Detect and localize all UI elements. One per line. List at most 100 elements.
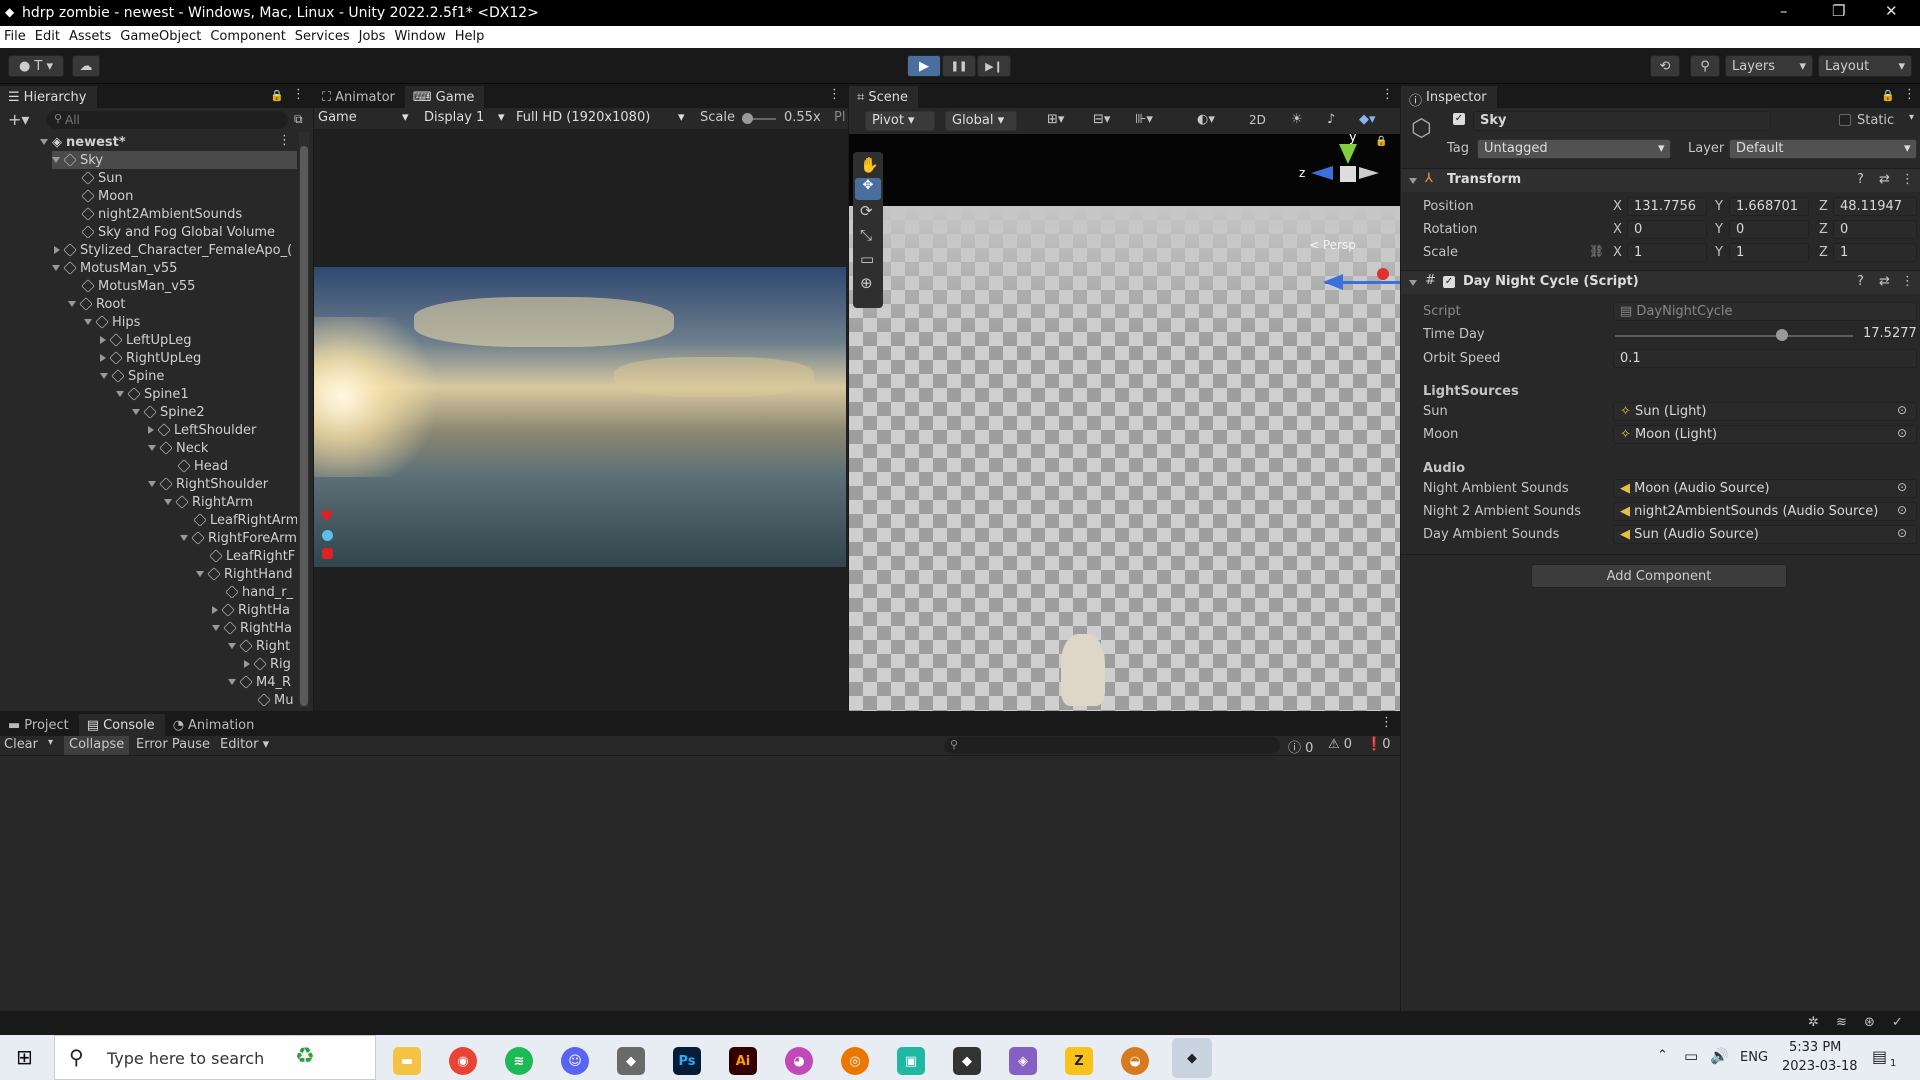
hierarchy-row[interactable]: Right xyxy=(228,637,290,655)
grid-visibility-icon[interactable]: ⊟▾ xyxy=(1093,112,1110,127)
move-handle-x[interactable] xyxy=(1377,268,1389,280)
hierarchy-row[interactable]: night2AmbientSounds xyxy=(81,205,242,223)
orbit-speed-field[interactable]: 0.1 xyxy=(1613,349,1917,368)
hierarchy-row[interactable]: Spine2 xyxy=(132,403,205,421)
photoshop-icon[interactable]: Ps xyxy=(673,1047,701,1075)
preset-icon[interactable]: ⇄ xyxy=(1879,274,1890,289)
app-icon[interactable]: ▣ xyxy=(897,1047,925,1075)
layers-stack-icon[interactable]: ≋ xyxy=(1836,1015,1847,1030)
tab-inspector[interactable]: ⓘ Inspector xyxy=(1401,86,1497,109)
menu-assets[interactable]: Assets xyxy=(69,29,111,48)
clock-time[interactable]: 5:33 PM xyxy=(1789,1040,1841,1055)
script-component-header[interactable]: # ✓ Day Night Cycle (Script) ? ⇄ ⋮ xyxy=(1401,270,1920,294)
discord-icon[interactable]: ☺ xyxy=(561,1047,589,1075)
hierarchy-row[interactable]: Moon xyxy=(81,187,133,205)
object-picker-icon[interactable]: ⊙ xyxy=(1897,480,1907,494)
console-search-input[interactable] xyxy=(944,737,1280,754)
scale-y-field[interactable]: 1 xyxy=(1729,243,1809,262)
link-icon[interactable]: ⛓ xyxy=(1589,244,1604,258)
hierarchy-row[interactable]: Stylized_Character_FemaleApo_( xyxy=(54,241,292,259)
clear-button[interactable]: Clear xyxy=(4,737,38,752)
hierarchy-row[interactable]: RightUpLeg xyxy=(100,349,201,367)
spotify-icon[interactable]: ≋ xyxy=(505,1047,533,1075)
network-icon[interactable]: ▭ xyxy=(1684,1047,1698,1065)
sun-object-field[interactable]: ✧ Sun (Light) xyxy=(1613,402,1917,421)
hierarchy-row[interactable]: Spine xyxy=(100,367,164,385)
position-x-field[interactable]: 131.7756 xyxy=(1627,197,1707,216)
tab-console[interactable]: ▤ Console xyxy=(78,714,165,736)
hierarchy-search-input[interactable]: All xyxy=(46,111,288,129)
language-indicator[interactable]: ENG xyxy=(1740,1050,1768,1065)
rect-tool-icon[interactable]: ▭ xyxy=(860,250,874,268)
gizmo-center[interactable] xyxy=(1340,166,1356,182)
hierarchy-row[interactable]: LeafRightF xyxy=(209,547,295,565)
lock-icon[interactable]: 🔒 xyxy=(270,89,284,102)
visual-studio-icon[interactable]: ◈ xyxy=(1009,1047,1037,1075)
effects-icon[interactable]: ◆▾ xyxy=(1359,112,1376,127)
minimize-button[interactable]: – xyxy=(1780,2,1788,20)
hierarchy-row[interactable]: RightHa xyxy=(212,619,292,637)
notification-icon[interactable]: ▤ xyxy=(1872,1047,1887,1066)
filter-icon[interactable]: ⧉ xyxy=(294,112,303,127)
hierarchy-row[interactable]: RightShoulder xyxy=(148,475,268,493)
toggle-2d-button[interactable]: 2D xyxy=(1249,113,1266,127)
tag-dropdown[interactable]: Untagged ▾ xyxy=(1477,139,1671,159)
hierarchy-row[interactable]: RightForeArm xyxy=(180,529,297,547)
object-picker-icon[interactable]: ⊙ xyxy=(1897,426,1907,440)
menu-file[interactable]: File xyxy=(4,29,26,48)
check-circle-icon[interactable]: ✓ xyxy=(1892,1015,1903,1030)
hierarchy-scrollbar[interactable] xyxy=(299,132,309,707)
hand-tool-icon[interactable]: ✋ xyxy=(860,156,879,174)
tab-scene[interactable]: ⌗ Scene xyxy=(849,86,918,108)
error-count-toggle[interactable]: ❗0 xyxy=(1366,737,1390,752)
lighting-icon[interactable]: ☀ xyxy=(1291,112,1303,127)
warning-count-toggle[interactable]: ⚠ 0 xyxy=(1328,737,1352,752)
hierarchy-row[interactable]: RightHa xyxy=(212,601,290,619)
lock-icon[interactable]: 🔒 xyxy=(1881,89,1895,102)
rotation-z-field[interactable]: 0 xyxy=(1833,220,1917,239)
object-name-field[interactable]: Sky xyxy=(1473,111,1771,131)
axis-y-gizmo[interactable] xyxy=(1339,144,1357,164)
chevron-down-icon[interactable]: ▾ xyxy=(1909,112,1914,123)
global-dropdown[interactable]: Global ▾ xyxy=(945,111,1017,131)
move-tool-icon[interactable]: ✥ xyxy=(855,178,881,200)
axis-z-gizmo[interactable] xyxy=(1311,166,1333,180)
scene-root-row[interactable]: ◈ newest* xyxy=(40,133,126,151)
menu-window[interactable]: Window xyxy=(394,29,445,48)
hierarchy-row[interactable]: Sky and Fog Global Volume xyxy=(81,223,275,241)
unity-hub-icon[interactable]: ◆ xyxy=(617,1047,645,1075)
hierarchy-row[interactable]: MotusMan_v55 xyxy=(52,259,177,277)
zbrush-icon[interactable]: Z xyxy=(1065,1047,1093,1075)
clock-date[interactable]: 2023-03-18 xyxy=(1782,1059,1858,1074)
taskbar-search-box[interactable]: ⚲ Type here to search ♻ xyxy=(54,1035,376,1080)
error-pause-button[interactable]: Error Pause xyxy=(136,737,210,752)
gimp-icon[interactable]: ◕ xyxy=(785,1047,813,1075)
menu-help[interactable]: Help xyxy=(455,29,485,48)
hierarchy-row[interactable]: Sun xyxy=(81,169,123,187)
unity-active-icon[interactable]: ◆ xyxy=(1172,1038,1212,1078)
hierarchy-row[interactable]: LeftUpLeg xyxy=(100,331,192,349)
hierarchy-row[interactable]: Neck xyxy=(148,439,208,457)
menu-gameobject[interactable]: GameObject xyxy=(120,29,201,48)
show-hidden-icons[interactable]: ⌃ xyxy=(1657,1048,1668,1063)
scrollbar-thumb[interactable] xyxy=(300,146,308,706)
position-y-field[interactable]: 1.668701 xyxy=(1729,197,1809,216)
transform-tool-icon[interactable]: ⊕ xyxy=(860,274,873,292)
chrome-icon[interactable]: ◉ xyxy=(449,1047,477,1075)
scale-slider-handle[interactable] xyxy=(742,113,753,124)
zombie-character[interactable] xyxy=(1061,634,1105,706)
hierarchy-row[interactable]: Rig xyxy=(244,655,291,673)
hierarchy-row[interactable]: hand_r_ xyxy=(225,583,293,601)
rotate-tool-icon[interactable]: ⟳ xyxy=(860,202,873,220)
illustrator-icon[interactable]: Ai xyxy=(729,1047,757,1075)
menu-services[interactable]: Services xyxy=(295,29,350,48)
layout-dropdown[interactable]: Layout ▾ xyxy=(1818,55,1912,77)
kebab-menu-icon[interactable]: ⋮ xyxy=(1380,715,1393,730)
component-enabled-checkbox[interactable]: ✓ xyxy=(1443,276,1455,288)
unity-icon[interactable]: ◆ xyxy=(953,1047,981,1075)
move-arrow-z[interactable] xyxy=(1323,274,1343,290)
search-button[interactable]: ⚲ xyxy=(1690,55,1720,77)
object-picker-icon[interactable]: ⊙ xyxy=(1897,403,1907,417)
scene-menu-icon[interactable]: ⋮ xyxy=(278,133,291,148)
add-icon[interactable]: +▾ xyxy=(8,110,29,129)
